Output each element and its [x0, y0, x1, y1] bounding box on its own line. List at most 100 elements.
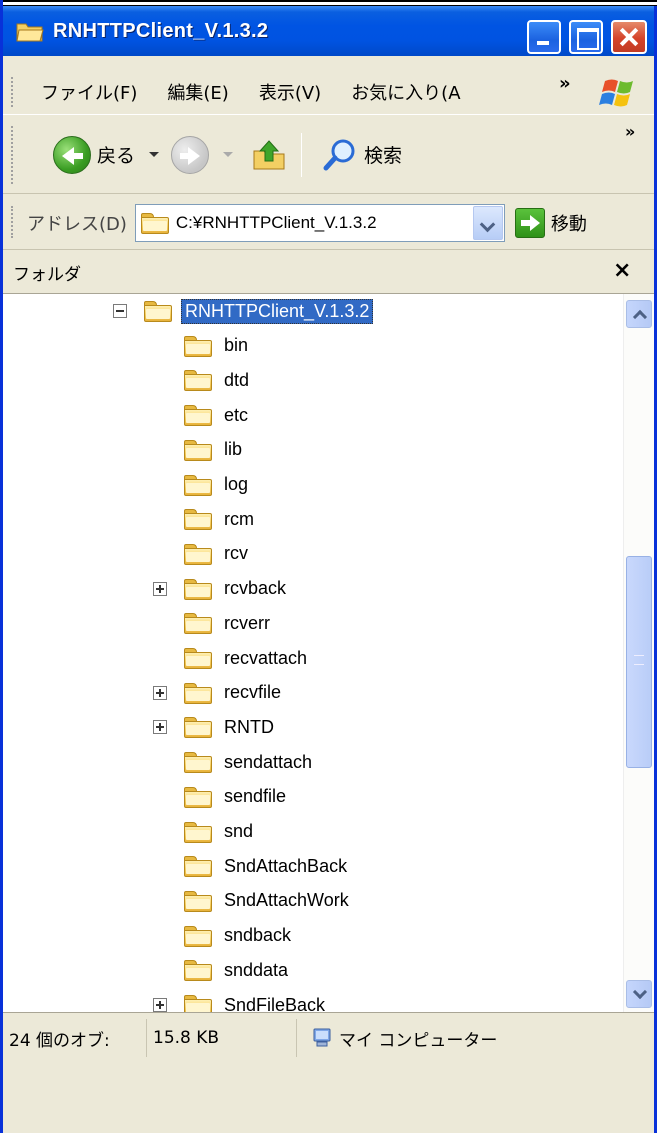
- scroll-up-icon[interactable]: [626, 300, 652, 328]
- forward-history-dropdown-icon[interactable]: [223, 152, 234, 157]
- tree-item[interactable]: rcvback: [153, 572, 289, 606]
- status-bar: 24 個のオブ: 15.8 KB マイ コンピューター: [3, 1012, 654, 1133]
- address-input[interactable]: C:¥RNHTTPClient_V.1.3.2: [134, 203, 505, 242]
- tree-item[interactable]: snd: [183, 815, 256, 849]
- toolbar-overflow-chevron[interactable]: »: [625, 122, 635, 141]
- tree-item[interactable]: SndAttachBack: [183, 849, 350, 883]
- go-button-label[interactable]: 移動: [551, 210, 587, 236]
- minimize-button[interactable]: [527, 20, 561, 54]
- tree-item[interactable]: rcv: [183, 537, 251, 571]
- expand-icon[interactable]: [153, 720, 167, 735]
- forward-arrow-icon[interactable]: [171, 135, 210, 174]
- tree-scrollbar[interactable]: [623, 294, 654, 1012]
- tree-item-label[interactable]: sendfile: [221, 785, 289, 808]
- tree-item-label[interactable]: snddata: [221, 959, 291, 982]
- tree-item-label[interactable]: rcv: [221, 542, 251, 565]
- tree-item-label[interactable]: RNHTTPClient_V.1.3.2: [181, 298, 374, 324]
- folder-icon: [183, 404, 213, 427]
- tree-item[interactable]: dtd: [183, 363, 252, 397]
- tree-item[interactable]: etc: [183, 398, 251, 432]
- tree-item[interactable]: sendattach: [183, 745, 315, 779]
- folder-icon: [183, 612, 213, 635]
- tree-item-label[interactable]: snd: [221, 820, 256, 843]
- menubar-grip[interactable]: [11, 77, 14, 107]
- maximize-button[interactable]: [569, 20, 603, 54]
- menu-file[interactable]: ファイル(F): [27, 79, 137, 105]
- folder-icon: [140, 212, 170, 234]
- tree-item-label[interactable]: SndAttachBack: [221, 855, 350, 878]
- close-pane-icon[interactable]: ×: [613, 258, 631, 283]
- scroll-down-icon[interactable]: [626, 980, 652, 1008]
- tree-item-label[interactable]: rcvback: [221, 577, 289, 600]
- tree-item-label[interactable]: SndFileBack: [221, 994, 328, 1013]
- status-size: 15.8 KB: [147, 1019, 297, 1057]
- folder-icon: [183, 821, 213, 843]
- tree-item-label[interactable]: recvattach: [221, 647, 310, 670]
- tree-item[interactable]: RNTD: [153, 710, 277, 744]
- search-icon[interactable]: [322, 137, 358, 173]
- tree-item-label[interactable]: bin: [221, 334, 251, 357]
- addressbar-grip[interactable]: [11, 206, 14, 238]
- folder-pane-header: フォルダ ×: [3, 252, 654, 294]
- folder-tree[interactable]: RNHTTPClient_V.1.3.2bin dtd etc lib log rcm rc…: [3, 294, 623, 1012]
- tree-item-label[interactable]: etc: [221, 404, 251, 427]
- tree-item-label[interactable]: sendattach: [221, 751, 315, 774]
- menu-edit[interactable]: 編集(E): [153, 79, 228, 105]
- tree-item[interactable]: bin: [183, 329, 251, 363]
- status-zone-label: マイ コンピューター: [339, 1030, 498, 1051]
- tree-item[interactable]: recvfile: [153, 676, 284, 710]
- menu-view[interactable]: 表示(V): [245, 79, 321, 105]
- folder-icon: [183, 439, 213, 461]
- folder-icon: [183, 786, 213, 808]
- tree-item-label[interactable]: log: [221, 473, 251, 496]
- tree-item-label[interactable]: rcm: [221, 508, 257, 531]
- folder-icon: [183, 508, 213, 531]
- scrollbar-thumb[interactable]: [626, 556, 652, 768]
- tree-item[interactable]: rcm: [183, 502, 257, 536]
- title-bar[interactable]: RNHTTPClient_V.1.3.2: [3, 6, 654, 56]
- back-arrow-icon[interactable]: [53, 135, 91, 174]
- tree-item[interactable]: sndback: [183, 919, 294, 953]
- tree-item[interactable]: rcverr: [183, 606, 273, 640]
- status-zone: マイ コンピューター: [297, 1019, 645, 1057]
- expand-icon[interactable]: [153, 685, 167, 700]
- tree-item-label[interactable]: rcverr: [221, 612, 273, 635]
- folder-icon: [183, 543, 213, 565]
- tree-item-label[interactable]: dtd: [221, 369, 252, 392]
- address-dropdown-icon[interactable]: [472, 205, 503, 240]
- tree-item-label[interactable]: lib: [221, 438, 245, 461]
- expand-icon[interactable]: [153, 998, 167, 1012]
- go-button[interactable]: 移動: [514, 207, 587, 238]
- tree-item[interactable]: SndAttachWork: [183, 884, 352, 918]
- tree-item[interactable]: lib: [183, 433, 245, 467]
- collapse-icon[interactable]: [113, 304, 127, 318]
- address-value[interactable]: C:¥RNHTTPClient_V.1.3.2: [176, 213, 377, 233]
- tree-item-label[interactable]: RNTD: [221, 716, 277, 739]
- tree-item[interactable]: SndFileBack: [153, 988, 328, 1013]
- tree-root-item[interactable]: RNHTTPClient_V.1.3.2: [113, 294, 374, 328]
- tree-item[interactable]: sendfile: [183, 780, 289, 814]
- tree-item-label[interactable]: SndAttachWork: [221, 889, 352, 912]
- folder-icon: [183, 716, 213, 739]
- my-computer-icon: [311, 1027, 333, 1049]
- tree-item-label[interactable]: sndback: [221, 924, 294, 947]
- toolbar-grip[interactable]: [11, 126, 14, 184]
- menu-bar: ファイル(F) 編集(E) 表示(V) お気に入り(A »: [3, 69, 654, 115]
- tree-item[interactable]: snddata: [183, 953, 291, 987]
- up-folder-icon[interactable]: [251, 137, 287, 173]
- folder-icon: [183, 682, 213, 704]
- address-label: アドレス(D): [27, 213, 127, 235]
- folder-icon: [183, 890, 213, 912]
- menu-favorites[interactable]: お気に入り(A: [337, 79, 460, 105]
- back-history-dropdown-icon[interactable]: [149, 152, 160, 157]
- go-arrow-icon[interactable]: [514, 207, 545, 238]
- back-button-label[interactable]: 戻る: [97, 141, 135, 168]
- expand-icon[interactable]: [153, 581, 167, 596]
- close-window-button[interactable]: [611, 20, 647, 54]
- tree-item[interactable]: recvattach: [183, 641, 310, 675]
- tree-item[interactable]: log: [183, 468, 251, 502]
- search-button-label[interactable]: 検索: [364, 141, 402, 168]
- tree-item-label[interactable]: recvfile: [221, 681, 284, 704]
- folder-icon: [183, 369, 213, 392]
- menu-overflow-chevron[interactable]: »: [559, 73, 571, 94]
